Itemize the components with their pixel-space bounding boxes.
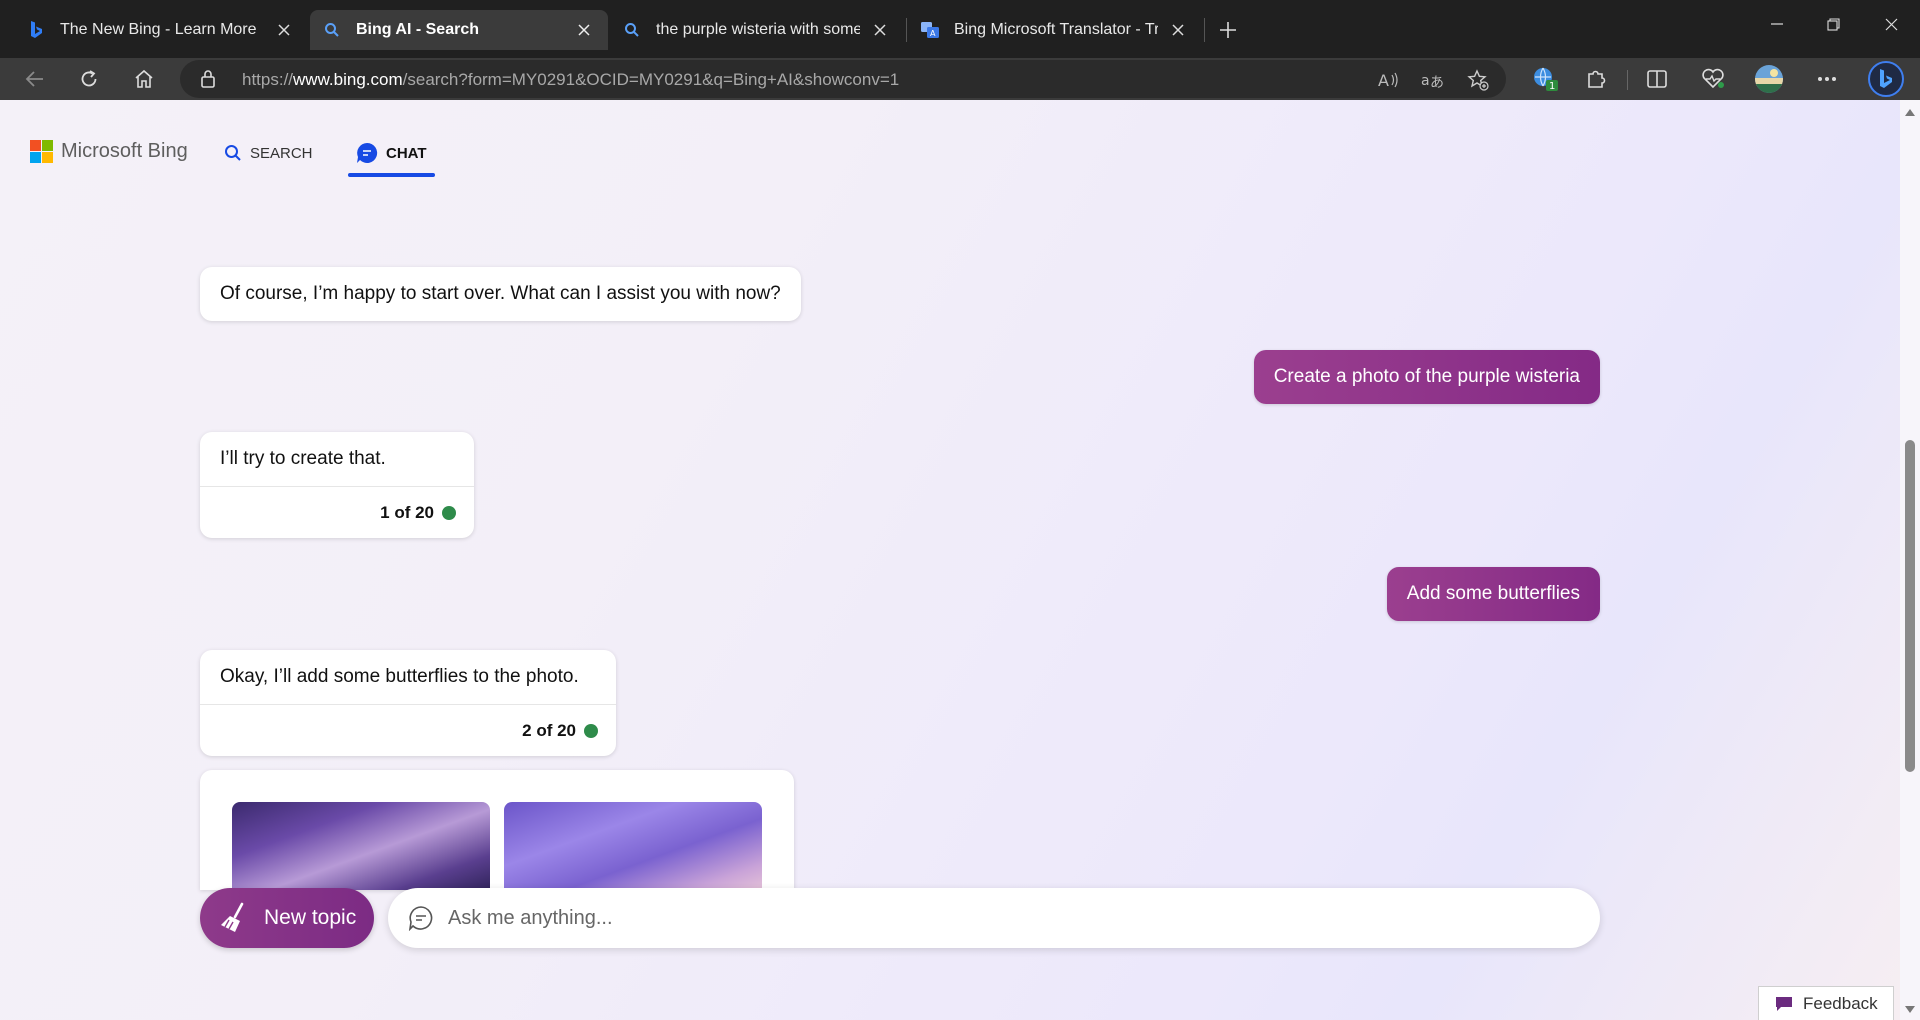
minimize-icon[interactable]	[1754, 8, 1800, 40]
split-screen-icon[interactable]	[1640, 62, 1674, 96]
tab-strip: The New Bing - Learn More Bing AI - Sear…	[0, 0, 1920, 58]
search-icon	[224, 144, 242, 162]
bot-message: Okay, I’ll add some butterflies to the p…	[200, 650, 616, 756]
browser-tab-translator[interactable]: A Bing Microsoft Translator - Transl	[908, 10, 1202, 50]
message-counter: 1 of 20	[200, 486, 474, 538]
restore-icon[interactable]	[1810, 8, 1856, 40]
page-scrollbar[interactable]	[1900, 100, 1920, 1020]
browser-tab-wisteria[interactable]: the purple wisteria with some bu	[610, 10, 904, 50]
browser-essentials-heart-icon[interactable]	[1696, 62, 1730, 96]
scrollbar-thumb[interactable]	[1905, 440, 1915, 772]
close-icon[interactable]	[272, 18, 296, 42]
browser-tab-bing-ai[interactable]: Bing AI - Search	[310, 10, 608, 50]
status-dot-icon	[442, 505, 456, 520]
close-icon[interactable]	[572, 18, 596, 42]
tab-divider	[906, 18, 907, 42]
refresh-icon[interactable]	[72, 62, 106, 96]
user-message: Create a photo of the purple wisteria	[1253, 350, 1600, 404]
toolbar-divider	[1627, 70, 1628, 90]
composer-row: New topic	[0, 885, 1900, 955]
url-text[interactable]: https://www.bing.com/search?form=MY0291&…	[242, 70, 899, 90]
lock-icon[interactable]	[200, 69, 216, 94]
url-bar[interactable]: https://www.bing.com/search?form=MY0291&…	[180, 60, 1506, 98]
svg-text:A: A	[1378, 71, 1389, 89]
turn-counter-text: 1 of 20	[380, 502, 434, 522]
generated-images-card	[200, 770, 794, 890]
add-favorite-icon[interactable]	[1466, 68, 1490, 92]
nav-tab-label: SEARCH	[250, 144, 313, 162]
svg-text:あ: あ	[1430, 75, 1443, 90]
browser-tab-new-bing[interactable]: The New Bing - Learn More	[14, 10, 308, 50]
search-icon	[322, 20, 342, 40]
bot-message-text: I’ll try to create that.	[220, 448, 386, 469]
extensions-puzzle-icon[interactable]	[1579, 62, 1613, 96]
more-options-icon[interactable]	[1810, 62, 1844, 96]
bot-message: Of course, I’m happy to start over. What…	[200, 267, 801, 321]
feedback-icon	[1775, 996, 1793, 1012]
bot-message-text: Okay, I’ll add some butterflies to the p…	[220, 666, 579, 687]
tab-divider	[1204, 18, 1205, 42]
search-icon	[622, 20, 642, 40]
tab-title: the purple wisteria with some bu	[656, 21, 860, 38]
extension-badge: 1	[1549, 81, 1555, 92]
nav-tab-chat[interactable]: CHAT	[356, 138, 427, 168]
user-message: Add some butterflies	[1386, 567, 1600, 621]
user-message-text: Create a photo of the purple wisteria	[1273, 366, 1580, 387]
generated-image-thumbnail[interactable]	[232, 802, 490, 890]
turn-counter-text: 2 of 20	[522, 720, 576, 740]
extension-globe-icon[interactable]: 1	[1528, 62, 1562, 96]
tab-title: Bing Microsoft Translator - Transl	[954, 21, 1158, 38]
bot-message-text: Of course, I’m happy to start over. What…	[220, 283, 781, 304]
url-path: /search?form=MY0291&OCID=MY0291&q=Bing+A…	[402, 70, 900, 89]
home-icon[interactable]	[127, 62, 161, 96]
translate-icon[interactable]: aあ	[1420, 68, 1444, 92]
active-tab-indicator	[348, 173, 435, 177]
bing-copilot-sidebar-icon[interactable]	[1866, 59, 1906, 99]
new-topic-label: New topic	[264, 906, 357, 929]
bot-message: I’ll try to create that. 1 of 20	[200, 432, 474, 538]
url-domain: www.bing.com	[293, 70, 403, 89]
message-counter: 2 of 20	[200, 704, 616, 756]
nav-tab-label: CHAT	[386, 144, 427, 162]
profile-avatar[interactable]	[1752, 62, 1786, 96]
tab-title: The New Bing - Learn More	[60, 21, 257, 38]
bing-chat-page: Microsoft Bing SEARCH CHAT Of course, I’…	[0, 100, 1900, 1020]
microsoft-logo-icon	[30, 140, 53, 163]
svg-text:a: a	[1421, 73, 1430, 89]
generated-image-thumbnail[interactable]	[504, 802, 762, 890]
tab-title: Bing AI - Search	[356, 21, 479, 38]
read-aloud-icon[interactable]: A	[1376, 68, 1400, 92]
feedback-button[interactable]: Feedback	[1758, 986, 1894, 1020]
url-scheme: https://	[242, 70, 294, 89]
chat-bubble-icon	[356, 142, 378, 164]
scroll-down-arrow-icon[interactable]	[1904, 1002, 1916, 1020]
status-dot-icon	[584, 723, 598, 738]
translator-icon: A	[920, 20, 940, 40]
feedback-label: Feedback	[1803, 993, 1878, 1013]
window-close-icon[interactable]	[1868, 8, 1914, 40]
ask-box[interactable]	[388, 888, 1600, 948]
close-icon[interactable]	[1166, 18, 1190, 42]
broom-icon	[218, 901, 252, 935]
bing-icon	[26, 20, 46, 40]
microsoft-bing-logo[interactable]: Microsoft Bing	[30, 140, 188, 163]
new-tab-plus-icon[interactable]	[1212, 14, 1244, 46]
user-message-text: Add some butterflies	[1406, 583, 1580, 604]
logo-text: Microsoft Bing	[61, 140, 188, 162]
ask-input[interactable]	[448, 906, 1548, 930]
nav-tab-search[interactable]: SEARCH	[224, 138, 313, 168]
back-arrow-icon[interactable]	[18, 62, 52, 96]
close-icon[interactable]	[868, 18, 892, 42]
svg-text:A: A	[930, 29, 936, 38]
chat-prompt-icon	[408, 905, 434, 931]
scroll-up-arrow-icon[interactable]	[1904, 104, 1916, 122]
new-topic-button[interactable]: New topic	[200, 888, 374, 948]
address-bar-row: https://www.bing.com/search?form=MY0291&…	[0, 58, 1920, 100]
